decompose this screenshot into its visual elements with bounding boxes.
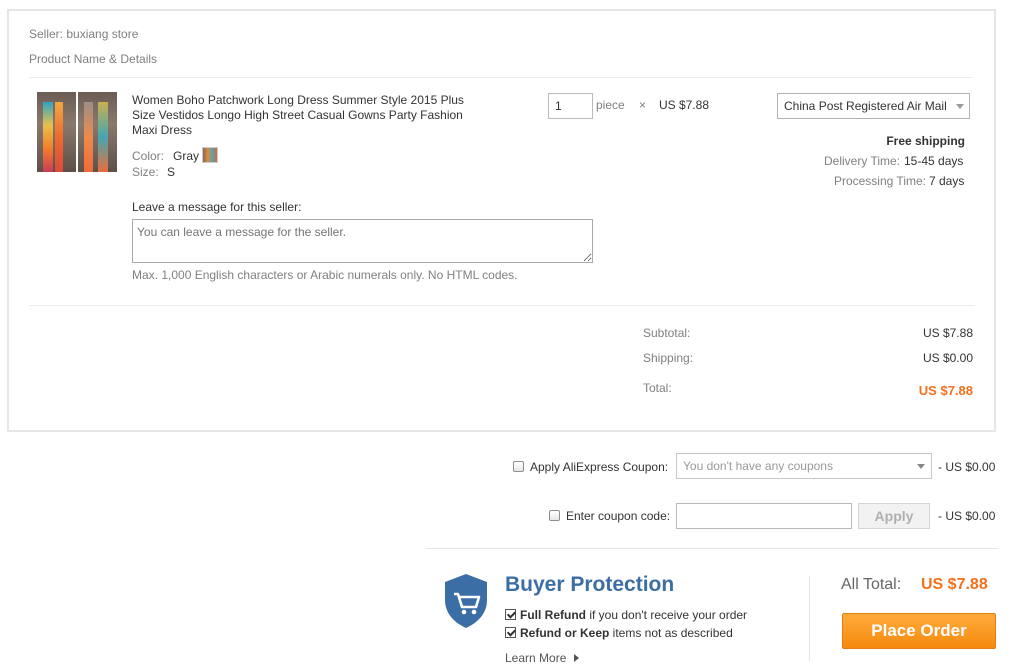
message-label: Leave a message for this seller: <box>132 200 302 214</box>
learn-more-link[interactable]: Learn More <box>505 651 579 665</box>
full-refund-item: Full Refund if you don't receive your or… <box>505 608 747 622</box>
coupon-select[interactable]: You don't have any coupons <box>676 453 932 479</box>
coupon-code-input[interactable] <box>676 503 852 529</box>
message-note: Max. 1,000 English characters or Arabic … <box>132 268 518 282</box>
checkbox-checked-icon <box>505 609 516 620</box>
subtotal-value: US $7.88 <box>922 326 973 340</box>
divider <box>809 576 810 661</box>
place-order-button[interactable]: Place Order <box>842 613 996 649</box>
all-total-value: US $7.88 <box>921 576 988 593</box>
total-value: US $7.88 <box>918 383 973 398</box>
color-value: Gray <box>173 149 200 163</box>
free-shipping-label: Free shipping <box>886 134 965 148</box>
delivery-time-value: 15-45 days <box>904 154 964 168</box>
unit-price: US $7.88 <box>659 98 710 112</box>
chevron-down-icon <box>956 104 964 109</box>
quantity-unit: piece <box>596 98 625 112</box>
chevron-down-icon <box>917 464 925 469</box>
buyer-protection-title: Buyer Protection <box>505 573 675 596</box>
divider <box>29 77 973 78</box>
quantity-input[interactable] <box>548 93 593 119</box>
coupon-code-discount: - US $0.00 <box>938 509 996 523</box>
times-sign: × <box>639 98 647 112</box>
processing-time-value: 7 days <box>929 174 965 188</box>
total-label: Total: <box>643 381 672 395</box>
aliexpress-coupon-label: Apply AliExpress Coupon: <box>530 460 669 474</box>
seller-name[interactable]: Seller: buxiang store <box>29 27 138 41</box>
divider <box>29 305 975 306</box>
product-thumbnail[interactable] <box>37 92 76 172</box>
aliexpress-coupon-checkbox[interactable] <box>513 461 524 472</box>
seller-message-textarea[interactable] <box>132 219 593 263</box>
shipping-method-select[interactable]: China Post Registered Air Mail <box>777 93 970 119</box>
size-value: S <box>167 165 176 179</box>
checkbox-checked-icon <box>505 627 516 638</box>
coupon-code-label: Enter coupon code: <box>566 509 671 523</box>
product-thumbnail[interactable] <box>78 92 117 172</box>
coupon-code-checkbox[interactable] <box>549 510 560 521</box>
divider <box>426 548 998 549</box>
shipping-label: Shipping: <box>643 351 694 365</box>
product-title[interactable]: Women Boho Patchwork Long Dress Summer S… <box>132 93 464 138</box>
delivery-time-label: Delivery Time: <box>823 154 900 168</box>
shipping-value: US $0.00 <box>922 351 973 365</box>
color-label: Color: <box>132 149 165 163</box>
chevron-right-icon <box>573 654 579 662</box>
all-total-label: All Total: <box>841 576 902 593</box>
shield-cart-icon <box>445 574 487 628</box>
color-swatch-thumbnail <box>202 147 218 163</box>
product-header: Product Name & Details <box>29 52 158 66</box>
aliexpress-coupon-discount: - US $0.00 <box>938 460 996 474</box>
processing-time-label: Processing Time: <box>833 174 926 188</box>
refund-or-keep-item: Refund or Keep items not as described <box>505 626 733 640</box>
subtotal-label: Subtotal: <box>643 326 691 340</box>
size-label: Size: <box>132 165 159 179</box>
apply-coupon-button[interactable]: Apply <box>858 503 930 529</box>
